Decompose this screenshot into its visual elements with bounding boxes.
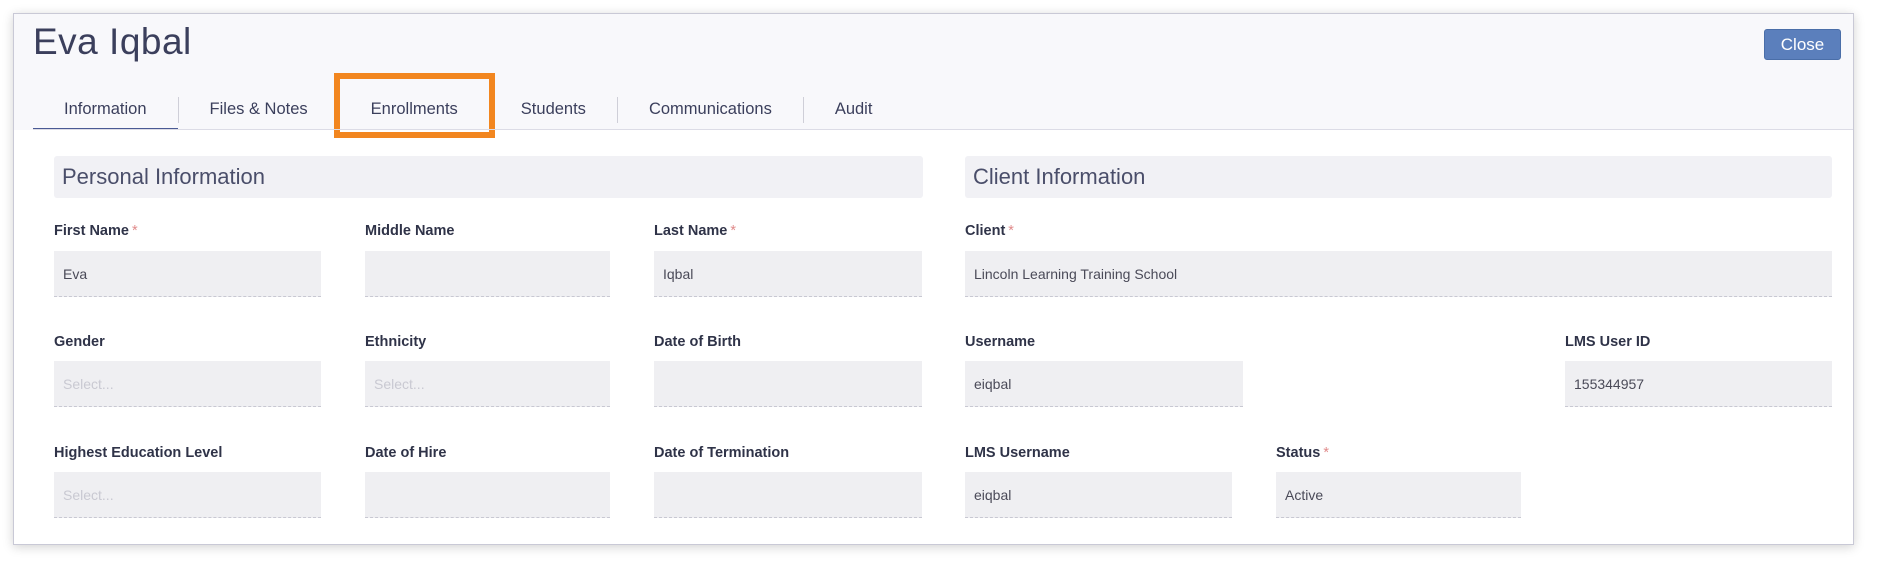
- lms-username-field[interactable]: eiqbal: [965, 472, 1232, 518]
- education-level-select[interactable]: Select...: [54, 472, 321, 518]
- ethnicity-select[interactable]: Select...: [365, 361, 610, 407]
- gender-label: Gender: [54, 334, 105, 350]
- username-field[interactable]: eiqbal: [965, 361, 1243, 407]
- client-label: Client *: [965, 223, 1014, 239]
- date-of-hire-label: Date of Hire: [365, 445, 447, 461]
- first-name-label: First Name *: [54, 223, 138, 239]
- status-label: Status *: [1276, 445, 1329, 461]
- page-title: Eva Iqbal: [33, 21, 192, 62]
- tab-bar-divider: [33, 129, 1853, 130]
- ethnicity-label: Ethnicity: [365, 334, 427, 350]
- tab-audit[interactable]: Audit: [804, 89, 904, 130]
- lms-user-id-label: LMS User ID: [1565, 334, 1651, 350]
- lms-username-label: LMS Username: [965, 445, 1070, 461]
- tab-enrollments[interactable]: Enrollments: [333, 73, 495, 138]
- date-of-termination-label: Date of Termination: [654, 445, 790, 461]
- tab-communications[interactable]: Communications: [618, 89, 803, 130]
- required-mark: *: [131, 223, 138, 239]
- gender-select[interactable]: Select...: [54, 361, 321, 407]
- date-of-termination-field[interactable]: [654, 472, 922, 518]
- status-field[interactable]: Active: [1276, 472, 1521, 518]
- staff-detail-modal: Eva Iqbal Close Information Files & Note…: [13, 13, 1854, 545]
- middle-name-field[interactable]: [365, 251, 610, 297]
- personal-information-heading: Personal Information: [54, 156, 923, 198]
- first-name-field[interactable]: Eva: [54, 251, 321, 297]
- date-of-birth-field[interactable]: [654, 361, 922, 407]
- tab-bar: Information Files & Notes Enrollments St…: [33, 73, 904, 138]
- required-mark: *: [1008, 223, 1014, 239]
- tab-information[interactable]: Information: [33, 89, 178, 130]
- required-mark: *: [730, 223, 736, 239]
- close-button[interactable]: Close: [1764, 29, 1841, 60]
- client-information-heading: Client Information: [965, 156, 1832, 198]
- username-label: Username: [965, 334, 1036, 350]
- date-of-hire-field[interactable]: [365, 472, 610, 518]
- last-name-field[interactable]: Iqbal: [654, 251, 922, 297]
- middle-name-label: Middle Name: [365, 223, 455, 239]
- date-of-birth-label: Date of Birth: [654, 334, 741, 350]
- modal-header: Eva Iqbal Close Information Files & Note…: [14, 14, 1853, 138]
- lms-user-id-field[interactable]: 155344957: [1565, 361, 1832, 407]
- required-mark: *: [1323, 445, 1329, 461]
- last-name-label: Last Name *: [654, 223, 736, 239]
- education-level-label: Highest Education Level: [54, 445, 223, 461]
- tab-students[interactable]: Students: [490, 89, 617, 130]
- tab-files-notes[interactable]: Files & Notes: [179, 89, 339, 130]
- client-field[interactable]: Lincoln Learning Training School: [965, 251, 1832, 297]
